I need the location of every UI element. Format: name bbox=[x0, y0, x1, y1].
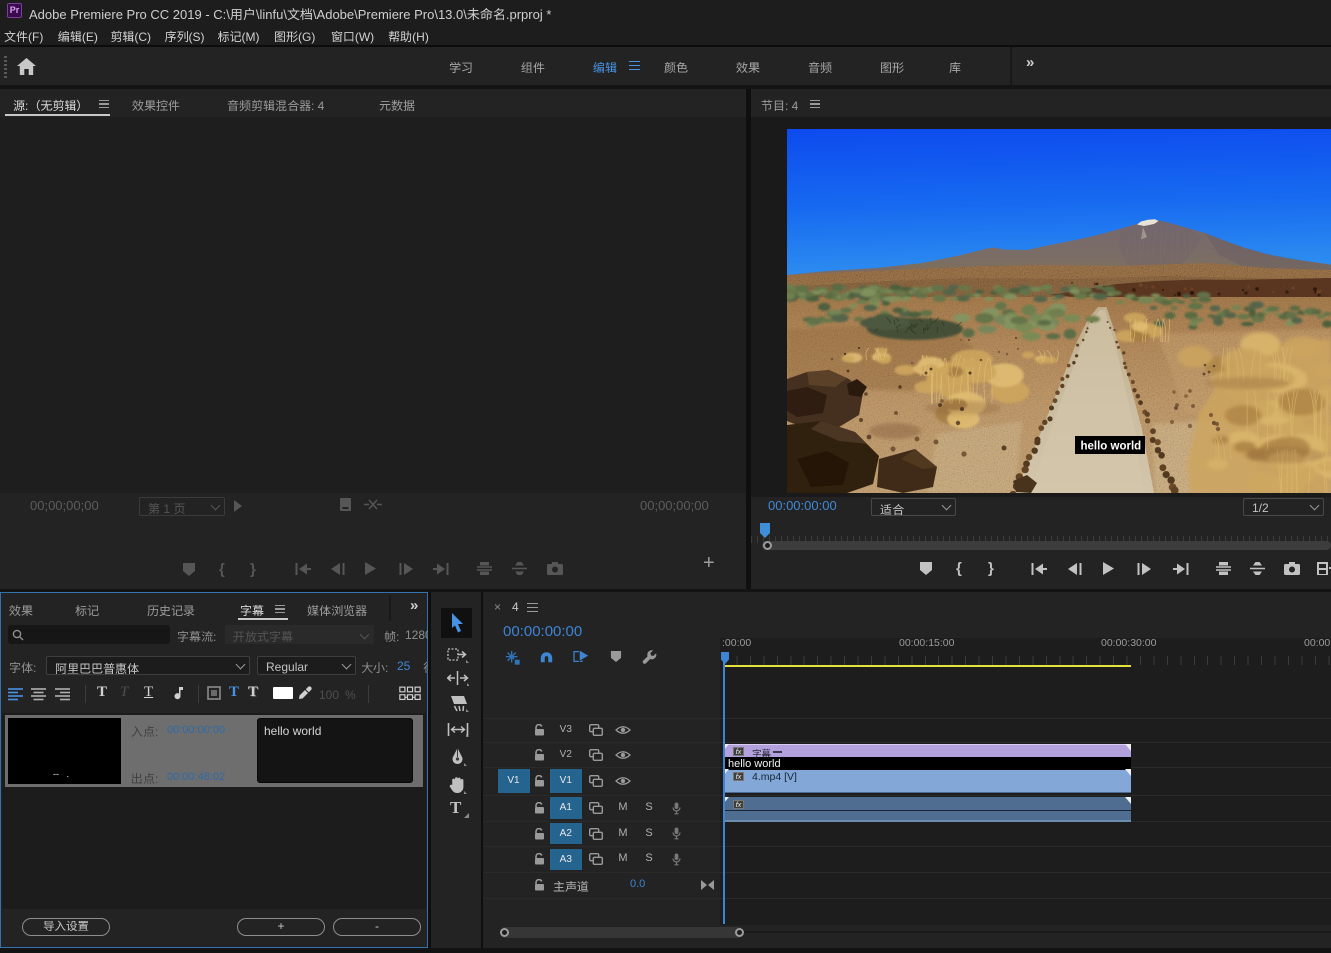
svg-text:hello world: hello world bbox=[1081, 441, 1142, 453]
